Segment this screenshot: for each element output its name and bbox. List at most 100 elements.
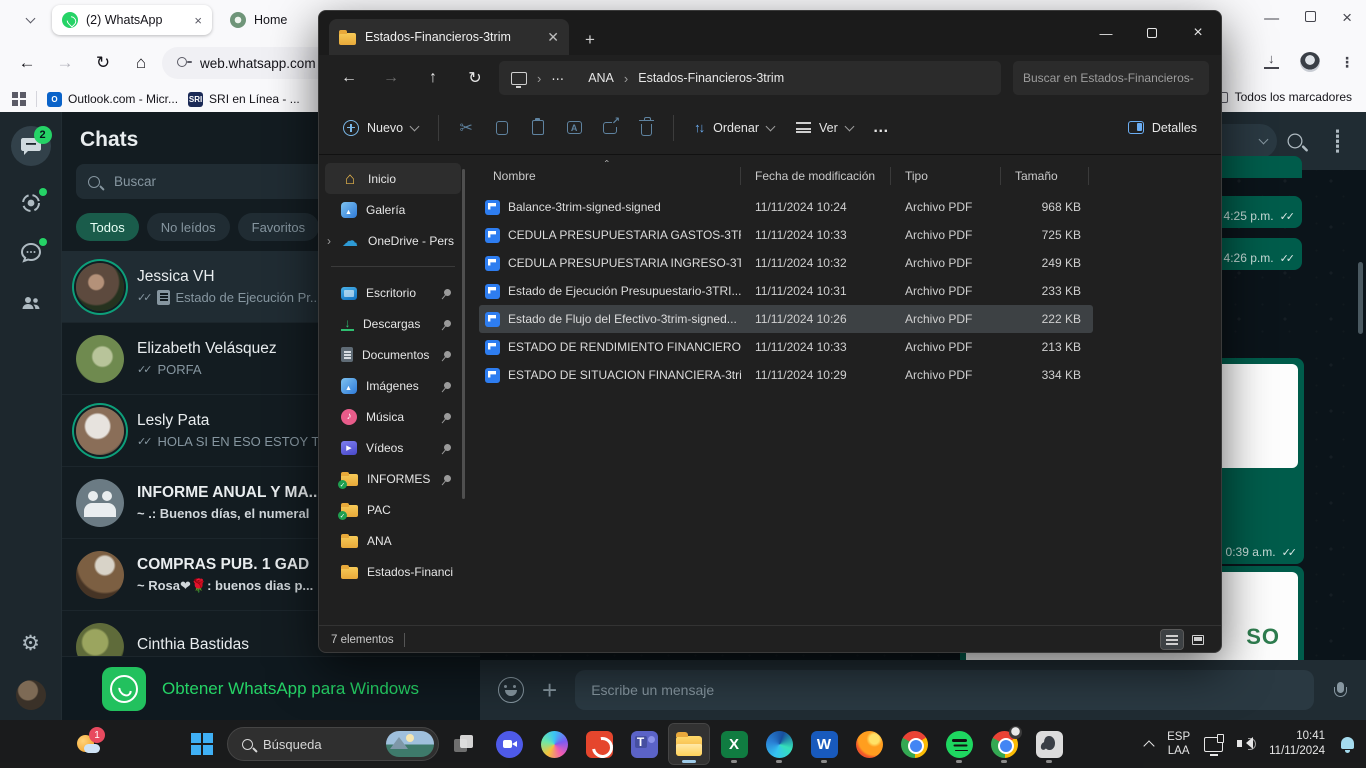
tab-close-icon[interactable]: × bbox=[194, 13, 202, 28]
taskbar-app[interactable]: W bbox=[804, 724, 844, 764]
column-header-name[interactable]: Nombre ⌃ bbox=[479, 167, 741, 185]
details-view-toggle[interactable] bbox=[1161, 630, 1183, 649]
browser-restore-button[interactable] bbox=[1305, 9, 1316, 27]
taskbar-search[interactable]: Búsqueda bbox=[227, 727, 439, 761]
nav-item[interactable]: Escritorio bbox=[325, 277, 461, 308]
permissions-icon[interactable] bbox=[176, 55, 192, 71]
conversation-search-icon[interactable] bbox=[1288, 134, 1303, 149]
explorer-titlebar[interactable]: Estados-Financieros-3trim ✕ + — × bbox=[319, 11, 1221, 55]
nav-item[interactable]: Imágenes bbox=[325, 370, 461, 401]
nav-item[interactable]: Música bbox=[325, 401, 461, 432]
chats-nav-item[interactable]: 2 bbox=[11, 126, 51, 166]
file-row[interactable]: CEDULA PRESUPUESTARIA GASTOS-3TRI... 11/… bbox=[479, 221, 1093, 249]
file-row[interactable]: Balance-3trim-signed-signed 11/11/2024 1… bbox=[479, 193, 1093, 221]
notifications-bell-icon[interactable] bbox=[1339, 735, 1356, 753]
browser-tab-home[interactable]: Home bbox=[220, 5, 297, 35]
taskbar-app[interactable] bbox=[669, 724, 709, 764]
column-header-date[interactable]: Fecha de modificación bbox=[741, 167, 891, 185]
taskbar-app[interactable] bbox=[534, 724, 574, 764]
start-button[interactable] bbox=[182, 724, 222, 764]
breadcrumb-parent[interactable]: ANA bbox=[588, 71, 614, 85]
filter-pill[interactable]: No leídos bbox=[147, 213, 230, 241]
nav-item[interactable]: Vídeos bbox=[325, 432, 461, 463]
network-icon[interactable] bbox=[1204, 737, 1223, 752]
emoji-icon[interactable] bbox=[498, 677, 524, 703]
profile-avatar[interactable] bbox=[16, 680, 46, 710]
all-bookmarks[interactable]: Todos los marcadores bbox=[1217, 90, 1352, 104]
bookmark-sri[interactable]: SRI SRI en Línea - ... bbox=[188, 92, 300, 107]
rename-button[interactable]: A bbox=[557, 110, 591, 146]
breadcrumb-current[interactable]: Estados-Financieros-3trim bbox=[638, 71, 784, 85]
apps-grid-icon[interactable] bbox=[12, 92, 26, 106]
attach-plus-icon[interactable]: + bbox=[542, 677, 557, 703]
reload-button[interactable]: ↻ bbox=[86, 47, 120, 79]
sort-button[interactable]: ↑↓ Ordenar bbox=[684, 110, 784, 146]
filter-pill[interactable]: Todos bbox=[76, 213, 139, 241]
taskbar-app[interactable] bbox=[894, 724, 934, 764]
conversation-scrollbar[interactable] bbox=[1358, 262, 1363, 334]
settings-gear-icon[interactable]: ⚙ bbox=[21, 631, 40, 656]
nav-item[interactable]: PAC bbox=[325, 494, 461, 525]
taskbar-app[interactable] bbox=[624, 724, 664, 764]
close-button[interactable]: × bbox=[1175, 11, 1221, 55]
view-button[interactable]: Ver bbox=[786, 110, 863, 146]
column-header-size[interactable]: Tamaño bbox=[1001, 167, 1089, 185]
up-button[interactable]: ↑ bbox=[415, 62, 451, 94]
forward-button[interactable]: → bbox=[48, 47, 82, 79]
nav-item[interactable]: › OneDrive - Pers bbox=[325, 225, 461, 256]
tab-close-icon[interactable]: ✕ bbox=[547, 29, 559, 46]
taskbar-app[interactable] bbox=[579, 724, 619, 764]
bookmark-outlook[interactable]: O Outlook.com - Micr... bbox=[47, 92, 178, 107]
nav-item[interactable]: Galería bbox=[325, 194, 461, 225]
breadcrumb-ellipsis[interactable]: ⋯ bbox=[551, 71, 564, 86]
file-row[interactable]: CEDULA PRESUPUESTARIA INGRESO-3TRI... 11… bbox=[479, 249, 1093, 277]
nav-item[interactable]: ANA bbox=[325, 525, 461, 556]
back-button[interactable]: ← bbox=[331, 62, 367, 94]
communities-nav-icon[interactable] bbox=[18, 290, 44, 316]
nav-item[interactable]: Documentos bbox=[325, 339, 461, 370]
expander-chevron-icon[interactable]: › bbox=[327, 234, 331, 248]
hidden-icons-chevron[interactable] bbox=[1143, 740, 1154, 751]
explorer-tab[interactable]: Estados-Financieros-3trim ✕ bbox=[329, 19, 569, 55]
conversation-menu-icon[interactable]: ⋮⋮⋮ bbox=[1329, 134, 1346, 149]
file-row[interactable]: ESTADO DE SITUACION FINANCIERA-3tri... 1… bbox=[479, 361, 1093, 389]
browser-tab-whatsapp[interactable]: (2) WhatsApp × bbox=[52, 5, 212, 35]
nav-item[interactable]: Inicio bbox=[325, 163, 461, 194]
downloads-icon[interactable] bbox=[1264, 55, 1280, 69]
get-whatsapp-banner[interactable]: Obtener WhatsApp para Windows bbox=[62, 656, 480, 720]
tab-list-chevron-icon[interactable] bbox=[16, 7, 44, 33]
new-tab-button[interactable]: + bbox=[575, 25, 605, 55]
volume-icon[interactable] bbox=[1237, 736, 1255, 752]
cut-button[interactable]: ✂ bbox=[449, 110, 483, 146]
minimize-button[interactable]: — bbox=[1083, 11, 1129, 55]
taskbar-app[interactable] bbox=[939, 724, 979, 764]
share-button[interactable] bbox=[593, 110, 627, 146]
status-nav-icon[interactable] bbox=[18, 190, 44, 216]
mic-icon[interactable] bbox=[1332, 682, 1348, 698]
delete-button[interactable] bbox=[629, 110, 663, 146]
maximize-button[interactable] bbox=[1129, 11, 1175, 55]
thumbnail-view-toggle[interactable] bbox=[1187, 630, 1209, 649]
taskbar-app[interactable] bbox=[849, 724, 889, 764]
new-button[interactable]: Nuevo bbox=[333, 110, 428, 146]
taskbar-app[interactable] bbox=[984, 724, 1024, 764]
file-row[interactable]: Estado de Ejecución Presupuestario-3TRI.… bbox=[479, 277, 1093, 305]
account-avatar-icon[interactable] bbox=[1300, 52, 1320, 72]
explorer-search-input[interactable]: Buscar en Estados-Financieros- bbox=[1013, 61, 1209, 95]
more-options-button[interactable]: … bbox=[865, 110, 899, 146]
taskbar-app[interactable] bbox=[489, 724, 529, 764]
column-header-type[interactable]: Tipo bbox=[891, 167, 1001, 185]
breadcrumb[interactable]: › ⋯ › ANA › Estados-Financieros-3trim bbox=[499, 61, 1001, 95]
paste-button[interactable] bbox=[521, 110, 555, 146]
nav-item[interactable]: Descargas bbox=[325, 308, 461, 339]
language-indicator[interactable]: ESPLAA bbox=[1167, 730, 1190, 759]
file-row[interactable]: Estado de Flujo del Efectivo-3trim-signe… bbox=[479, 305, 1093, 333]
nav-item[interactable]: INFORMES bbox=[325, 463, 461, 494]
taskbar-app[interactable] bbox=[759, 724, 799, 764]
file-row[interactable]: ESTADO DE RENDIMIENTO FINANCIERO-... 11/… bbox=[479, 333, 1093, 361]
browser-close-button[interactable]: × bbox=[1342, 8, 1352, 28]
taskbar-app[interactable] bbox=[1029, 724, 1069, 764]
message-input[interactable]: Escribe un mensaje bbox=[575, 670, 1314, 710]
filter-pill[interactable]: Favoritos bbox=[238, 213, 319, 241]
nav-item[interactable]: Estados-Financi bbox=[325, 556, 461, 587]
